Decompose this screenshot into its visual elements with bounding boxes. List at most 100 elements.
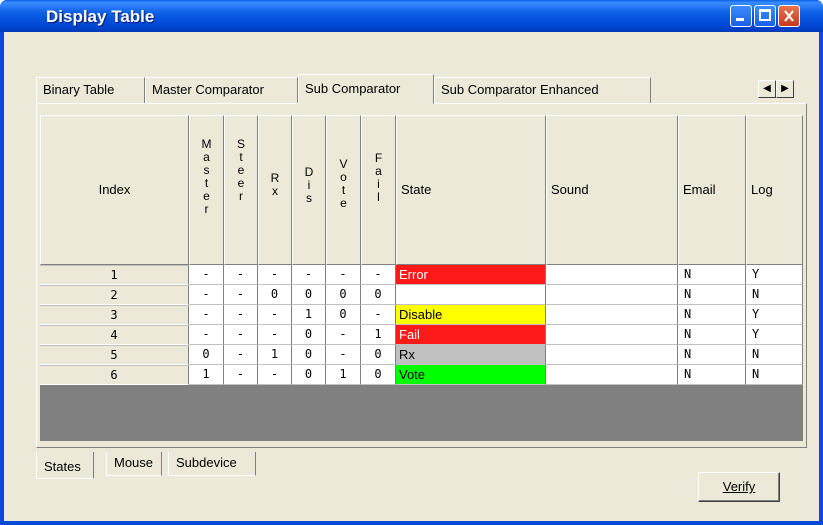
tab-subdevice[interactable]: Subdevice	[168, 452, 256, 476]
table-cell-steer[interactable]: -	[224, 365, 258, 385]
table-cell-vote[interactable]: 0	[326, 285, 361, 305]
header-fail[interactable]: Fail	[361, 115, 396, 265]
maximize-icon	[759, 9, 771, 21]
table-cell-sound[interactable]	[546, 285, 678, 305]
table-cell-vote[interactable]: 1	[326, 365, 361, 385]
table-cell-fail[interactable]: 1	[361, 325, 396, 345]
table-cell-state[interactable]: Disable	[396, 305, 546, 325]
table-cell-fail[interactable]: -	[361, 265, 396, 285]
table-cell-steer[interactable]: -	[224, 325, 258, 345]
tab-states[interactable]: States	[36, 452, 94, 479]
table-cell-index[interactable]: 6	[40, 365, 189, 385]
table-cell-state[interactable]: Error	[396, 265, 546, 285]
table-cell-log[interactable]: Y	[746, 325, 803, 345]
header-master[interactable]: Master	[189, 115, 224, 265]
table-cell-index[interactable]: 1	[40, 265, 189, 285]
table-cell-steer[interactable]: -	[224, 305, 258, 325]
table-cell-steer[interactable]: -	[224, 285, 258, 305]
table-cell-index[interactable]: 5	[40, 345, 189, 365]
table-cell-log[interactable]: N	[746, 345, 803, 365]
table-cell-email[interactable]: N	[678, 285, 746, 305]
table-cell-log[interactable]: N	[746, 365, 803, 385]
close-button[interactable]	[778, 5, 800, 27]
table-cell-dis[interactable]: 0	[292, 365, 326, 385]
table-cell-email[interactable]: N	[678, 325, 746, 345]
scroll-right-button[interactable]: ▶	[776, 80, 794, 98]
table-cell-email[interactable]: N	[678, 345, 746, 365]
table-cell-master[interactable]: 0	[189, 345, 224, 365]
header-letter: e	[340, 196, 347, 210]
table-cell-state[interactable]: Rx	[396, 345, 546, 365]
header-log[interactable]: Log	[746, 115, 803, 265]
table-cell-fail[interactable]: -	[361, 305, 396, 325]
table-cell-log[interactable]: N	[746, 285, 803, 305]
header-master-label: Master	[190, 138, 223, 216]
table-cell-rx[interactable]: -	[258, 365, 292, 385]
table-cell-index[interactable]: 2	[40, 285, 189, 305]
table-cell-email[interactable]: N	[678, 265, 746, 285]
header-email-label: Email	[683, 182, 716, 197]
table-cell-vote[interactable]: -	[326, 265, 361, 285]
table-cell-master[interactable]: -	[189, 305, 224, 325]
arrow-right-icon: ▶	[781, 83, 789, 94]
table-cell-log[interactable]: Y	[746, 265, 803, 285]
header-steer[interactable]: Steer	[224, 115, 258, 265]
table-cell-fail[interactable]: 0	[361, 285, 396, 305]
minimize-button[interactable]	[730, 5, 752, 27]
table-cell-rx[interactable]: -	[258, 305, 292, 325]
header-sound-label: Sound	[551, 182, 589, 197]
table-cell-steer[interactable]: -	[224, 265, 258, 285]
table-cell-rx[interactable]: -	[258, 265, 292, 285]
table-cell-index[interactable]: 3	[40, 305, 189, 325]
table-cell-email[interactable]: N	[678, 365, 746, 385]
header-vote[interactable]: Vote	[326, 115, 361, 265]
tab-sub-comparator-enhanced[interactable]: Sub Comparator Enhanced	[434, 77, 651, 103]
table-cell-dis[interactable]: 1	[292, 305, 326, 325]
table-cell-vote[interactable]: -	[326, 325, 361, 345]
table-cell-state[interactable]: Fail	[396, 325, 546, 345]
table-cell-sound[interactable]	[546, 345, 678, 365]
table-cell-master[interactable]: 1	[189, 365, 224, 385]
scroll-left-button[interactable]: ◀	[758, 80, 776, 98]
table-cell-vote[interactable]: 0	[326, 305, 361, 325]
maximize-button[interactable]	[754, 5, 776, 27]
table-cell-state[interactable]	[396, 285, 546, 305]
header-rx[interactable]: Rx	[258, 115, 292, 265]
table-cell-master[interactable]: -	[189, 285, 224, 305]
table-cell-master[interactable]: -	[189, 265, 224, 285]
table-cell-sound[interactable]	[546, 325, 678, 345]
tab-mouse[interactable]: Mouse	[106, 452, 162, 476]
state-table: Index Master Steer Rx Dis Vote Fail Stat…	[40, 115, 803, 441]
tab-binary-table[interactable]: Binary Table	[36, 77, 145, 103]
table-cell-email[interactable]: N	[678, 305, 746, 325]
table-cell-fail[interactable]: 0	[361, 345, 396, 365]
table-cell-steer[interactable]: -	[224, 345, 258, 365]
header-email[interactable]: Email	[678, 115, 746, 265]
table-cell-rx[interactable]: -	[258, 325, 292, 345]
header-rx-label: Rx	[259, 172, 291, 198]
header-dis[interactable]: Dis	[292, 115, 326, 265]
tab-sub-comparator[interactable]: Sub Comparator	[298, 74, 434, 104]
table-cell-sound[interactable]	[546, 265, 678, 285]
table-cell-sound[interactable]	[546, 305, 678, 325]
table-cell-log[interactable]: Y	[746, 305, 803, 325]
title-bar[interactable]: Display Table	[0, 0, 823, 32]
table-cell-dis[interactable]: -	[292, 265, 326, 285]
table-cell-master[interactable]: -	[189, 325, 224, 345]
table-cell-sound[interactable]	[546, 365, 678, 385]
tab-master-comparator[interactable]: Master Comparator	[145, 77, 298, 103]
table-cell-vote[interactable]: -	[326, 345, 361, 365]
table-cell-rx[interactable]: 0	[258, 285, 292, 305]
table-cell-rx[interactable]: 1	[258, 345, 292, 365]
table-cell-fail[interactable]: 0	[361, 365, 396, 385]
table-cell-dis[interactable]: 0	[292, 345, 326, 365]
table-cell-state[interactable]: Vote	[396, 365, 546, 385]
table-cell-index[interactable]: 4	[40, 325, 189, 345]
header-index[interactable]: Index	[40, 115, 189, 265]
verify-button[interactable]: Verify	[698, 472, 780, 502]
header-sound[interactable]: Sound	[546, 115, 678, 265]
close-icon	[784, 10, 794, 22]
header-state[interactable]: State	[396, 115, 546, 265]
table-cell-dis[interactable]: 0	[292, 325, 326, 345]
table-cell-dis[interactable]: 0	[292, 285, 326, 305]
